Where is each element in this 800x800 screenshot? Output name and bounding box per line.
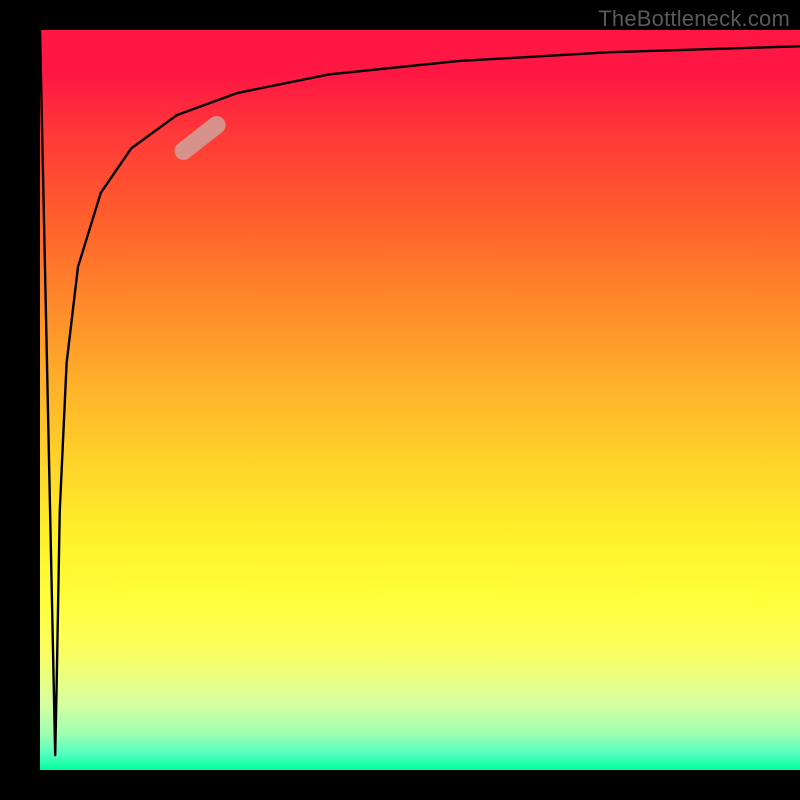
attribution-label: TheBottleneck.com [598,6,790,32]
curve-svg [40,30,800,770]
chart-frame: TheBottleneck.com [0,0,800,800]
plot-area [40,30,800,770]
bottleneck-curve [40,30,800,755]
